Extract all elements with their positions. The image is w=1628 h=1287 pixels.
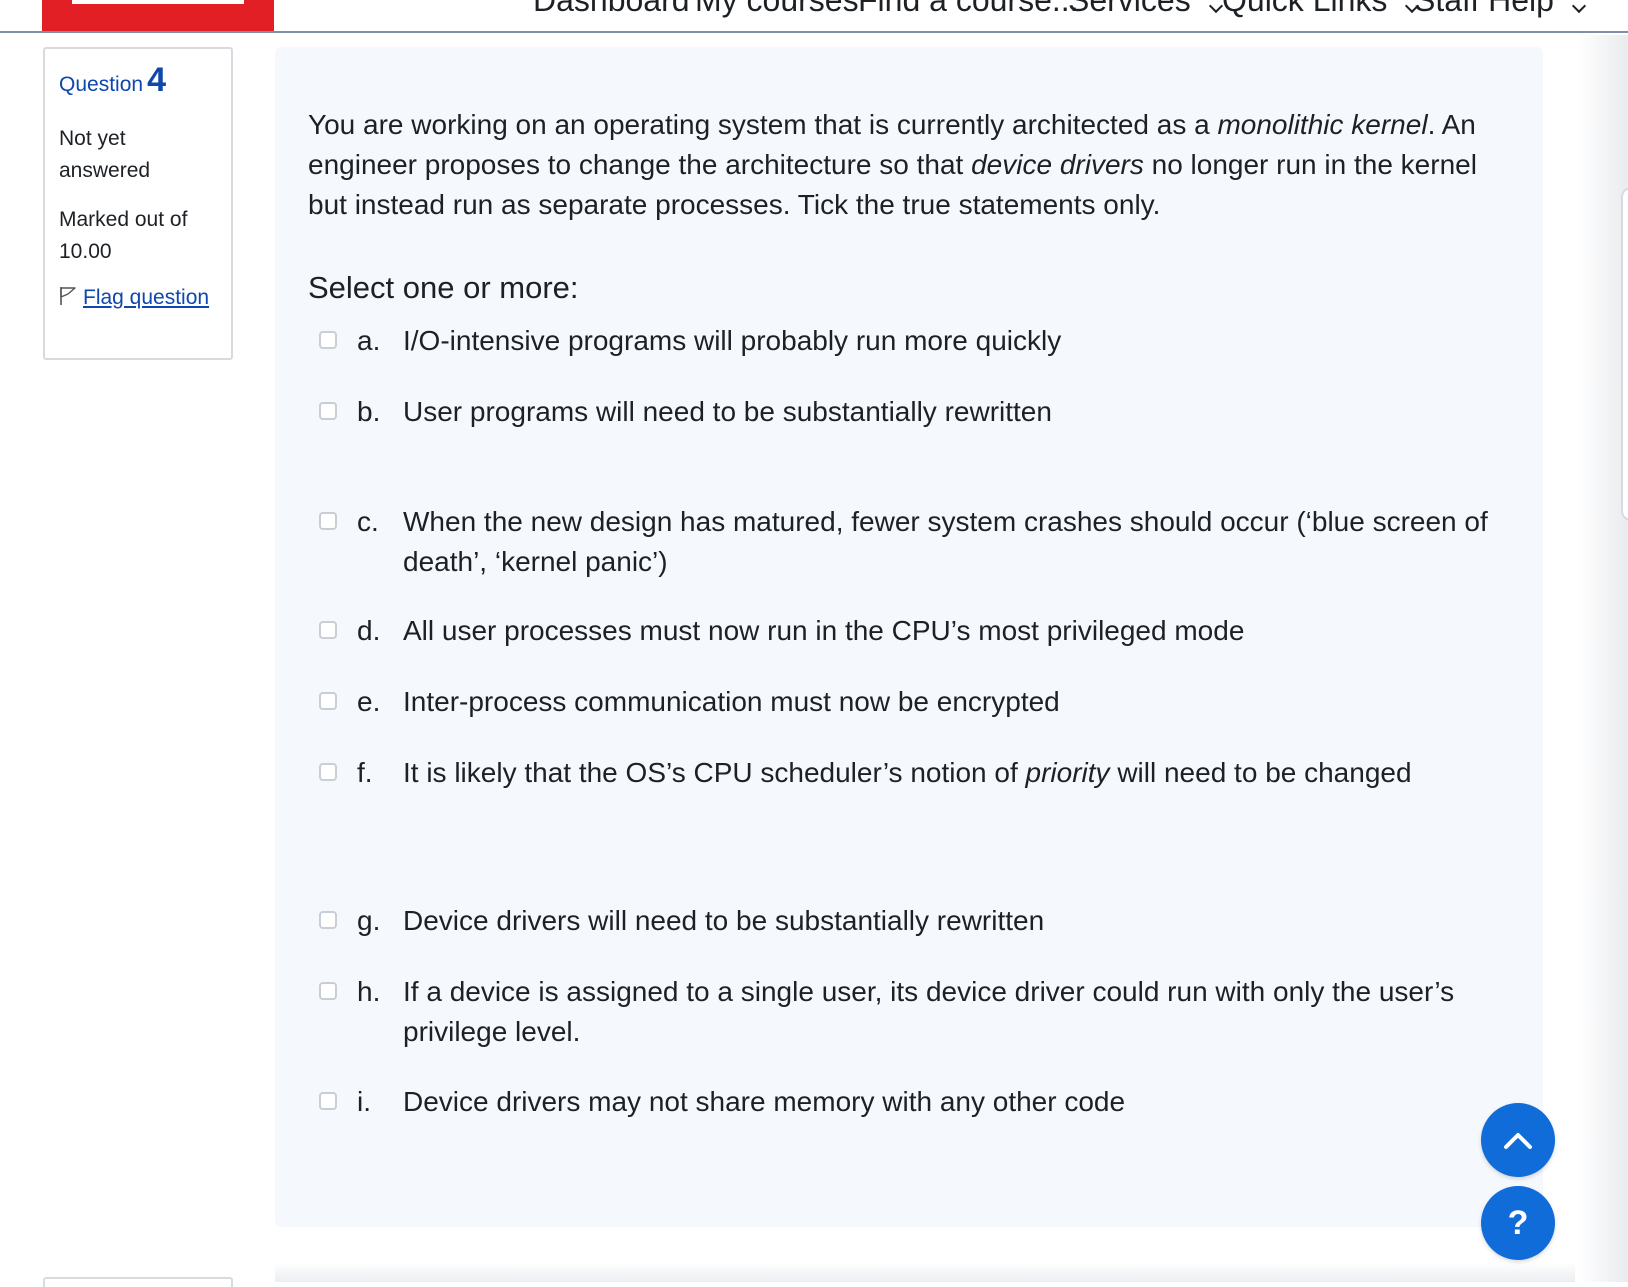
question-number: Question 4 [59,61,166,100]
answer-option-c[interactable]: c. When the new design has matured, fewe… [319,502,1499,582]
answer-checkbox[interactable] [319,402,337,420]
question-info-panel: Question 4 Not yet answered Marked out of… [43,47,233,360]
answer-text: It is likely that the OS’s CPU scheduler… [403,753,1499,793]
flag-question[interactable]: Flag question [59,282,219,314]
answer-checkbox[interactable] [319,512,337,530]
answer-text-part: It is likely that the OS’s CPU scheduler… [403,757,1026,788]
bottom-shade [275,1262,1575,1282]
drawer-toggle-tab[interactable] [1621,187,1628,521]
chevron-down-icon [1208,0,1223,13]
nav-my-courses-label: My courses [695,0,859,18]
answer-letter: f. [357,757,373,788]
next-question-info-panel [43,1277,233,1287]
answer-text-part: will need to be changed [1109,757,1412,788]
top-navigation: Dashboard My courses Find a course... Se… [0,0,1628,33]
question-text: You are working on an operating system t… [308,105,1518,225]
site-logo[interactable] [42,0,274,31]
nav-quick-links-label: Quick Links [1222,0,1388,18]
nav-my-courses[interactable]: My courses [695,0,859,19]
answer-letter: i. [357,1086,371,1117]
nav-find-course-label: Find a course... [858,0,1079,18]
answer-text: If a device is assigned to a single user… [403,976,1455,1047]
answer-option-i[interactable]: i. Device drivers may not share memory w… [319,1082,1499,1122]
help-icon: ? [1507,1203,1529,1242]
answer-option-f[interactable]: f. It is likely that the OS’s CPU schedu… [319,753,1499,793]
question-content: You are working on an operating system t… [275,47,1543,1227]
question-state: Not yet answered [59,127,151,182]
question-text-part: You are working on an operating system t… [308,109,1218,140]
answer-checkbox[interactable] [319,763,337,781]
answer-letter: h. [357,976,381,1007]
answer-checkbox[interactable] [319,1092,337,1110]
question-grade: Marked out of 10.00 [59,208,188,263]
answer-letter: g. [357,905,381,936]
answer-checkbox[interactable] [319,621,337,639]
question-text-italic: monolithic kernel [1217,109,1428,140]
flag-icon [60,287,76,305]
question-text-italic: device drivers [971,149,1144,180]
answer-text: User programs will need to be substantia… [403,396,1052,427]
answer-letter: e. [357,686,381,717]
nav-find-course[interactable]: Find a course... [858,0,1079,19]
nav-services[interactable]: Services [1068,0,1223,19]
chevron-up-icon [1504,1133,1532,1149]
answer-text: All user processes must now run in the C… [403,615,1245,646]
answer-text: Device drivers may not share memory with… [403,1086,1126,1117]
nav-services-label: Services [1068,0,1191,18]
answer-prompt: Select one or more: [308,270,579,305]
answer-option-h[interactable]: h. If a device is assigned to a single u… [319,972,1499,1052]
answer-text: Device drivers will need to be substanti… [403,905,1045,936]
answer-option-d[interactable]: d. All user processes must now run in th… [319,611,1499,651]
logo-mark [72,0,244,4]
answer-letter: b. [357,396,381,427]
nav-dashboard[interactable]: Dashboard [533,0,690,19]
answer-option-e[interactable]: e. Inter-process communication must now … [319,682,1499,722]
answer-text: When the new design has matured, fewer s… [403,506,1488,577]
nav-dashboard-label: Dashboard [533,0,690,18]
chevron-down-icon [1571,0,1587,13]
answer-option-g[interactable]: g. Device drivers will need to be substa… [319,901,1499,941]
answer-checkbox[interactable] [319,982,337,1000]
answer-letter: c. [357,506,379,537]
answer-checkbox[interactable] [319,331,337,349]
help-button[interactable]: ? [1481,1186,1555,1260]
answer-text: Inter-process communication must now be … [403,686,1060,717]
nav-quick-links[interactable]: Quick Links [1222,0,1420,19]
answer-text: I/O-intensive programs will probably run… [403,325,1062,356]
answer-text-italic: priority [1025,757,1110,788]
answer-letter: d. [357,615,381,646]
answer-checkbox[interactable] [319,692,337,710]
question-label: Question [59,73,144,96]
answer-option-a[interactable]: a. I/O-intensive programs will probably … [319,321,1499,361]
nav-staff-help[interactable]: Staff Help [1414,0,1587,19]
answer-letter: a. [357,325,381,356]
question-number-value: 4 [147,61,166,99]
answer-option-b[interactable]: b. User programs will need to be substan… [319,392,1499,432]
answer-checkbox[interactable] [319,911,337,929]
nav-staff-help-label: Staff Help [1414,0,1554,18]
flag-question-link[interactable]: Flag question [83,286,209,309]
back-to-top-button[interactable] [1481,1103,1555,1177]
